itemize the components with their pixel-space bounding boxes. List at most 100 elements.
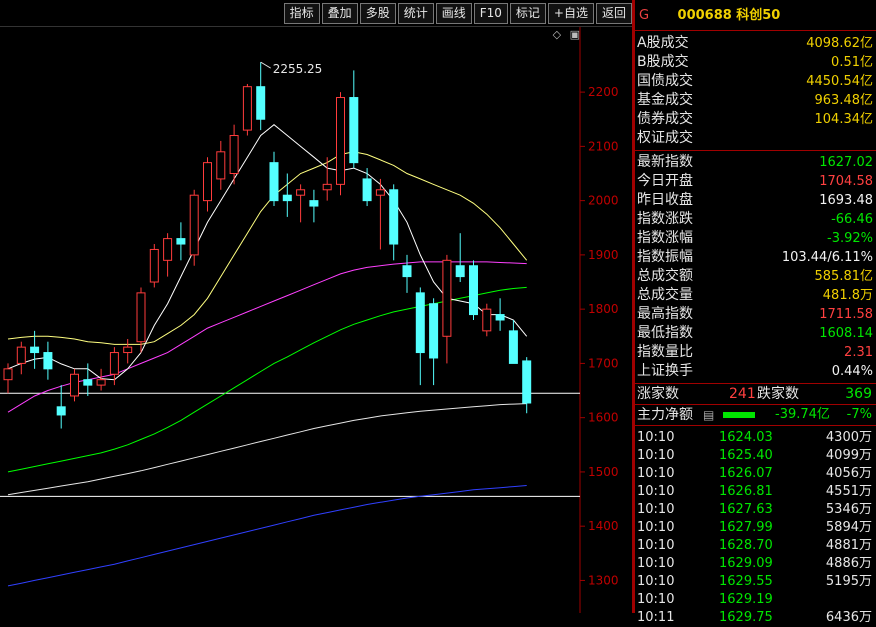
market-tag: G [639,8,650,23]
candle-body [109,352,119,375]
stock-code[interactable]: 000688 [678,8,732,23]
tick-volume: 4881万 [825,538,872,553]
turnover-section: A股成交 4098.62亿 B股成交 0.51亿 国债成交 4450.54亿 基金成交 963… [635,31,876,151]
tick-row: 10:10 1624.03 4300万 [635,429,876,447]
candle-body [429,303,439,359]
diamond-icon[interactable]: ◇ [553,28,561,41]
ma250-line [7,485,527,587]
tick-volume: 4551万 [825,484,872,499]
y-tick-label: 2100 [588,139,619,153]
quote-label: 最低指数 [637,325,693,341]
candle-body [522,360,532,404]
turnover-label: 债券成交 [637,111,693,127]
quote-label: 最新指数 [637,154,693,170]
y-tick-label: 2200 [588,85,619,99]
tick-volume: 5346万 [825,502,872,517]
tick-volume: 4300万 [825,430,872,445]
toolbar-button[interactable]: 画线 [435,3,472,24]
candle-body [43,352,53,370]
tick-time: 10:10 [637,448,675,463]
quote-row: 总成交额 585.81亿 [635,267,876,286]
tick-volume: 6436万 [825,610,872,625]
candle-body [442,259,452,337]
quote-label: 昨日收盘 [637,192,693,208]
candle-body [375,189,385,196]
toolbar-buttons: 指标 叠加 多股 统计 画线 F10 标记 +自选 返回 [282,3,632,24]
tick-list[interactable]: 10:10 1624.03 4300万 10:10 1625.40 4099万 10:10 1… [635,426,876,627]
tick-row: 10:10 1629.09 4886万 [635,555,876,573]
quote-value: 1608.14 [819,326,873,341]
quote-value: 1704.58 [819,174,873,189]
turnover-label: A股成交 [637,35,689,51]
y-tick-label: 1700 [588,356,619,370]
candle-body [70,373,79,397]
candle-body [216,151,226,180]
tick-row: 10:10 1628.70 4881万 [635,537,876,555]
tick-row: 10:10 1629.19 [635,591,876,609]
tick-row: 10:10 1625.40 4099万 [635,447,876,465]
toolbar-button[interactable]: 标记 [509,3,546,24]
candle-body [322,183,332,191]
candle-body [3,368,13,381]
up-count-value: 241 [729,386,756,402]
stock-name[interactable]: 科创50 [736,8,780,23]
candle-body [469,265,478,316]
quote-row: 指数量比 2.31 [635,343,876,362]
list-icon[interactable]: ▤ [703,405,714,425]
quote-row: 今日开盘 1704.58 [635,172,876,191]
window-toggle-icon[interactable]: ▣ [570,28,580,41]
quote-row: 最低指数 1608.14 [635,324,876,343]
turnover-row: 债券成交 104.34亿 [635,110,876,129]
quote-header: G 000688 科创50 [635,0,876,31]
tick-price: 1629.19 [719,592,773,607]
tick-time: 10:10 [637,466,675,481]
tick-row: 10:10 1627.63 5346万 [635,501,876,519]
tick-price: 1624.03 [719,430,773,445]
candle-body [336,97,345,185]
tick-time: 10:10 [637,484,675,499]
candle-body [203,162,212,202]
toolbar-button[interactable]: F10 [473,3,508,24]
toolbar-button[interactable]: 多股 [359,3,396,24]
candle-body [482,308,492,332]
candle-body [269,162,279,202]
capital-pct: -7% [846,407,872,422]
candle-body [256,86,266,120]
turnover-row: B股成交 0.51亿 [635,53,876,72]
quote-value: 2.31 [844,345,873,360]
turnover-row: 国债成交 4450.54亿 [635,72,876,91]
capital-value: -39.74亿 [775,407,830,422]
tick-time: 10:10 [637,538,675,553]
tick-row: 10:10 1629.55 5195万 [635,573,876,591]
tick-time: 10:10 [637,430,675,445]
quote-value: 103.44/6.11% [781,250,873,265]
tick-price: 1625.40 [719,448,773,463]
quote-row: 上证换手 0.44% [635,362,876,381]
quote-label: 指数量比 [637,344,693,360]
quote-value: 1711.58 [819,307,873,322]
down-count-label: 跌家数 [757,386,799,402]
toolbar-button[interactable]: 指标 [283,3,320,24]
tick-row: 10:10 1626.81 4551万 [635,483,876,501]
kline-chart[interactable]: 2200 2100 2000 1900 1800 1700 1600 1500 1400 1300… [0,27,632,613]
tick-time: 10:10 [637,520,675,535]
capital-row: 主力净额 ▤ -39.74亿 -7% [635,405,876,426]
tick-price: 1628.70 [719,538,773,553]
candle-body [282,194,292,202]
quote-section: 最新指数 1627.02 今日开盘 1704.58 昨日收盘 1693.48 指数涨跌 -66… [635,151,876,384]
up-count-label: 涨家数 [637,386,679,402]
candle-body [30,346,40,354]
candle-body [189,194,199,256]
turnover-value: 0.51亿 [831,55,873,70]
turnover-value: 4450.54亿 [806,74,873,89]
turnover-label: 国债成交 [637,73,693,89]
y-tick-label: 1900 [588,248,619,262]
quote-row: 指数涨幅 -3.92% [635,229,876,248]
tick-price: 1627.99 [719,520,773,535]
toolbar-button[interactable]: 统计 [397,3,434,24]
toolbar-button[interactable]: 叠加 [321,3,358,24]
toolbar-button[interactable]: +自选 [547,3,594,24]
candle-body [415,292,425,354]
capital-bar [723,412,755,418]
toolbar-button[interactable]: 返回 [595,3,632,24]
